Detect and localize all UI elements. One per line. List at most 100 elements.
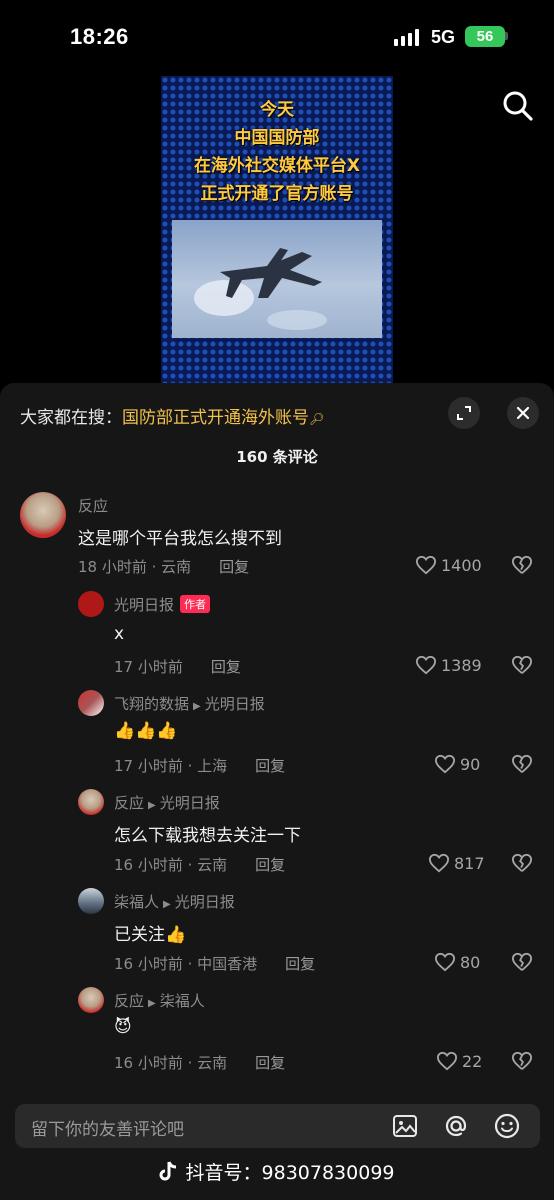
dislike-icon[interactable] [511,754,533,776]
douyin-id: 抖音号：98307830099 [185,1162,395,1184]
reply-arrow-icon: ▶ [148,998,156,1009]
avatar[interactable] [78,789,104,815]
dislike-icon[interactable] [511,952,533,974]
mention-icon[interactable] [442,1112,470,1140]
comment-meta: 17 小时前 回复 [114,656,241,677]
comment-meta: 16 小时前 · 云南 回复 [114,854,285,875]
like-count: 22 [462,1051,483,1071]
douyin-watermark: 抖音号：98307830099 [0,1158,554,1185]
comment-meta: 17 小时前 · 上海 回复 [114,755,285,776]
close-button[interactable] [507,397,539,429]
expand-button[interactable] [448,397,480,429]
comment-time: 16 小时前 · 中国香港 [114,955,258,973]
reply-arrow-icon: ▶ [148,800,156,811]
username-text: 反应 [114,794,145,812]
comment-username[interactable]: 飞翔的数据 ▶ 光明日报 [114,693,265,714]
dislike-icon[interactable] [511,853,533,875]
search-icon[interactable] [500,88,536,124]
caption-line: 今天 [260,100,294,120]
username-text: 光明日报 [114,596,175,614]
reply-to-user: 光明日报 [174,893,235,911]
comment-text: 😈 [114,1017,132,1037]
battery-tip [505,32,508,40]
avatar[interactable] [20,492,66,538]
comment-time: 16 小时前 · 云南 [114,1054,228,1072]
expand-icon [457,406,471,420]
search-mini-icon: 🔎︎ [309,412,325,426]
comment-input[interactable]: 留下你的友善评论吧 [15,1104,540,1148]
signal-icon [394,28,419,46]
heart-icon [434,754,456,774]
trending-query[interactable]: 国防部正式开通海外账号 [122,408,309,428]
battery-level: 56 [476,28,494,45]
reply-to-user: 光明日报 [159,794,220,812]
like-button[interactable]: 817 [428,853,485,873]
like-button[interactable]: 80 [434,952,480,972]
avatar[interactable] [78,591,104,617]
username-text: 反应 [114,992,145,1010]
avatar[interactable] [78,987,104,1013]
comment-text: 已关注👍 [114,925,187,945]
video-player[interactable]: 今天 中国国防部 在海外社交媒体平台X 正式开通了官方账号 [161,76,393,383]
video-caption: 今天 中国国防部 在海外社交媒体平台X 正式开通了官方账号 [161,96,393,208]
like-count: 1400 [441,555,482,575]
avatar[interactable] [78,888,104,914]
reply-arrow-icon: ▶ [163,899,171,910]
comment-text: x [114,624,125,644]
comment-username[interactable]: 反应 [78,495,108,516]
battery-icon: 56 [465,26,505,47]
trending-search[interactable]: 大家都在搜：国防部正式开通海外账号🔎︎ [20,403,324,428]
network-type: 5G [431,27,456,47]
comment-username[interactable]: 柒福人 ▶ 光明日报 [114,891,235,912]
comment-text: 👍👍👍 [114,721,178,741]
heart-icon [415,555,437,575]
like-button[interactable]: 1400 [415,555,482,575]
caption-line: 正式开通了官方账号 [200,184,354,204]
reply-button[interactable]: 回复 [285,955,315,973]
comment-meta: 16 小时前 · 云南 回复 [114,1052,285,1073]
comment-username[interactable]: 光明日报 作者 [114,594,211,615]
heart-icon [415,655,437,675]
heart-icon [428,853,450,873]
like-count: 90 [460,754,481,774]
like-count: 1389 [441,655,482,675]
reply-button[interactable]: 回复 [219,558,249,576]
reply-button[interactable]: 回复 [255,1054,285,1072]
comment-time: 18 小时前 · 云南 [78,558,192,576]
reply-button[interactable]: 回复 [211,658,241,676]
reply-button[interactable]: 回复 [255,757,285,775]
dislike-icon[interactable] [511,655,533,677]
comment-username[interactable]: 反应 ▶ 柒福人 [114,990,205,1011]
caption-line: 在海外社交媒体平台X [193,156,361,176]
like-button[interactable]: 90 [434,754,480,774]
comment-count: 160 条评论 [236,448,318,466]
comment-input-placeholder: 留下你的友善评论吧 [31,1120,184,1140]
image-icon[interactable] [391,1112,419,1140]
dislike-icon[interactable] [511,555,533,577]
avatar[interactable] [78,690,104,716]
author-badge: 作者 [180,595,211,613]
like-count: 80 [460,952,481,972]
heart-icon [434,952,456,972]
heart-icon [436,1051,458,1071]
reply-to-user: 柒福人 [159,992,205,1010]
comment-time: 17 小时前 · 上海 [114,757,228,775]
jet-photo [172,220,382,338]
status-time: 18:26 [70,24,129,49]
reply-button[interactable]: 回复 [255,856,285,874]
emoji-icon[interactable] [493,1112,521,1140]
dislike-icon[interactable] [511,1051,533,1073]
douyin-logo-icon [160,1161,177,1181]
like-count: 817 [454,853,485,873]
caption-line: 中国国防部 [234,128,320,148]
comment-meta: 16 小时前 · 中国香港 回复 [114,953,315,974]
comment-username[interactable]: 反应 ▶ 光明日报 [114,792,220,813]
comment-meta: 18 小时前 · 云南 回复 [78,556,249,577]
status-bar: 18:26 5G 56 [0,0,554,76]
like-button[interactable]: 1389 [415,655,482,675]
like-button[interactable]: 22 [436,1051,482,1071]
comment-text: 这是哪个平台我怎么搜不到 [78,529,282,549]
reply-arrow-icon: ▶ [193,701,201,712]
comment-text: 怎么下载我想去关注一下 [114,826,301,846]
reply-to-user: 光明日报 [204,695,265,713]
